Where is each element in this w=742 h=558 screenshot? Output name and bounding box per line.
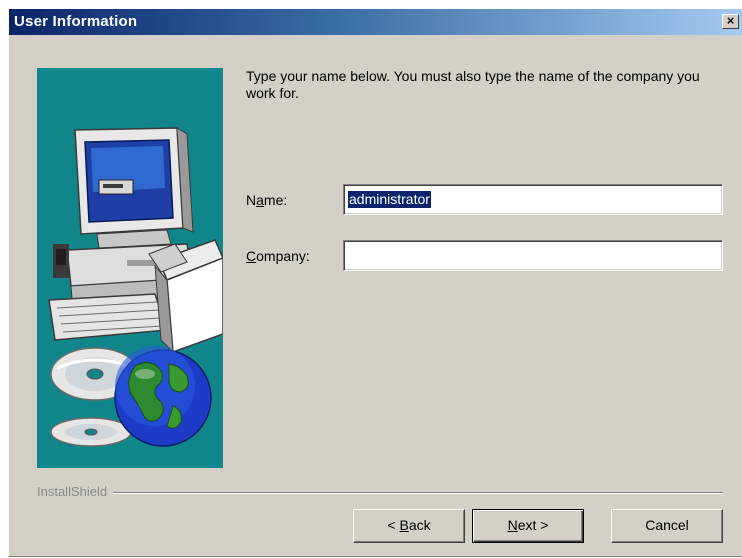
company-label: Company: [246,248,310,264]
back-button[interactable]: < Back [353,509,465,543]
close-button[interactable]: × [722,14,739,29]
company-input[interactable] [343,240,723,271]
user-information-dialog: User Information × Type your name below.… [8,8,742,557]
name-input[interactable]: administrator [343,184,723,215]
title-bar[interactable]: User Information × [9,9,742,35]
window-title: User Information [14,13,138,30]
instructions-text: Type your name below. You must also type… [246,68,700,101]
name-input-value: administrator [348,191,431,208]
globe-icon [114,346,212,447]
cancel-button[interactable]: Cancel [611,509,723,543]
footer-divider [109,492,723,494]
close-icon: × [726,13,735,28]
name-label: Name: [246,192,288,208]
next-button[interactable]: Next > [472,509,584,543]
installshield-brand: InstallShield [37,484,114,499]
